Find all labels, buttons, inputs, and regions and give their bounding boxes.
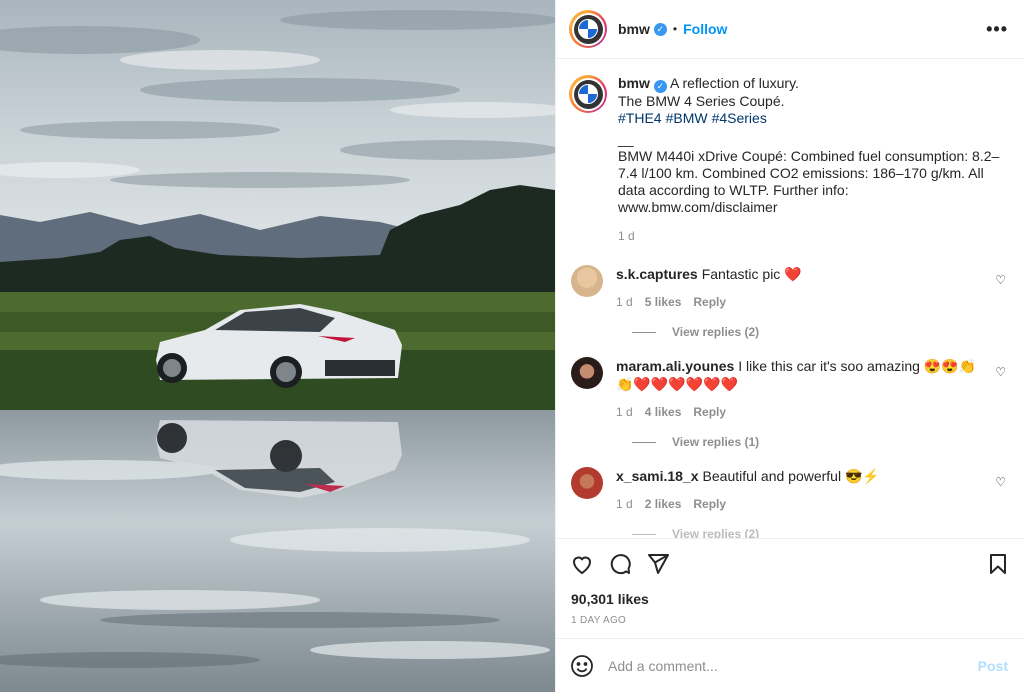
hashtag-link[interactable]: #4Series [712,110,767,126]
likes-count[interactable]: 90,301 likes [556,588,1024,610]
post-photo[interactable] [0,0,555,692]
caption-username[interactable]: bmw [618,75,650,91]
caption-hashtags: #THE4 #BMW #4Series [618,110,1008,127]
bmw-logo-icon [573,79,603,109]
comment-likes[interactable]: 2 likes [645,497,682,511]
hashtag-link[interactable]: #BMW [666,110,708,126]
hashtag-link[interactable]: #THE4 [618,110,662,126]
post-header: bmw ✓ • Follow ••• [556,0,1024,59]
header-username[interactable]: bmw [618,21,650,37]
view-replies[interactable]: View replies (2) [616,527,1008,538]
comment: maram.ali.younes I like this car it's soo… [569,357,1008,419]
caption-body: BMW M440i xDrive Coupé: Combined fuel co… [618,148,1000,215]
smiley-icon[interactable] [570,654,594,678]
view-replies[interactable]: View replies (2) [616,325,1008,339]
comments-section[interactable]: bmw ✓ A reflection of luxury. The BMW 4 S… [556,59,1024,538]
comment-likes[interactable]: 5 likes [645,295,682,309]
caption-line-1: A reflection of luxury. [670,75,799,91]
verified-badge-icon: ✓ [653,80,667,93]
commenter-avatar[interactable] [571,357,603,389]
comment-heart-icon[interactable]: ♡ [995,365,1006,379]
caption-avatar[interactable] [569,75,607,113]
more-horizontal-icon[interactable]: ••• [986,19,1008,40]
caption: bmw ✓ A reflection of luxury. The BMW 4 S… [569,75,1008,245]
add-comment-bar: Post [556,638,1024,692]
reply-button[interactable]: Reply [693,497,726,511]
bmw-logo-icon [573,14,603,44]
comment-likes[interactable]: 4 likes [645,405,682,419]
comment-time: 1 d [616,295,633,309]
comment-icon[interactable] [608,552,632,576]
caption-dash: __ [618,131,634,147]
comment-heart-icon[interactable]: ♡ [995,273,1006,287]
comment-time: 1 d [616,405,633,419]
post-side-panel: bmw ✓ • Follow ••• bmw ✓ A reflection of … [555,0,1024,692]
verified-badge-icon: ✓ [653,22,667,36]
caption-time: 1 d [618,229,635,243]
comment-text: Beautiful and powerful 😎⚡ [702,468,880,484]
commenter-avatar[interactable] [571,265,603,297]
separator-dot: • [672,22,678,36]
post-date: 1 DAY AGO [571,615,627,626]
comment-input[interactable] [608,657,978,674]
reply-button[interactable]: Reply [693,295,726,309]
heart-icon[interactable] [570,552,594,576]
comment: x_sami.18_x Beautiful and powerful 😎⚡ 1 d… [569,467,1008,511]
instagram-post: bmw ✓ • Follow ••• bmw ✓ A reflection of … [0,0,1024,692]
comment-username[interactable]: maram.ali.younes [616,358,734,374]
comment-username[interactable]: s.k.captures [616,266,698,282]
follow-button[interactable]: Follow [683,21,727,37]
car-reflection-image [0,0,555,692]
bookmark-icon[interactable] [986,552,1010,576]
view-replies[interactable]: View replies (1) [616,435,1008,449]
paper-plane-icon[interactable] [646,552,670,576]
avatar[interactable] [569,10,607,48]
comment-username[interactable]: x_sami.18_x [616,468,699,484]
reply-button[interactable]: Reply [693,405,726,419]
comment-heart-icon[interactable]: ♡ [995,475,1006,489]
post-button[interactable]: Post [978,658,1008,674]
comment: s.k.captures Fantastic pic ❤️ 1 d 5 likes R… [569,265,1008,309]
comment-time: 1 d [616,497,633,511]
commenter-avatar[interactable] [571,467,603,499]
post-actions [556,538,1024,588]
caption-line-2: The BMW 4 Series Coupé. [618,93,785,109]
comment-text: Fantastic pic ❤️ [701,266,802,282]
